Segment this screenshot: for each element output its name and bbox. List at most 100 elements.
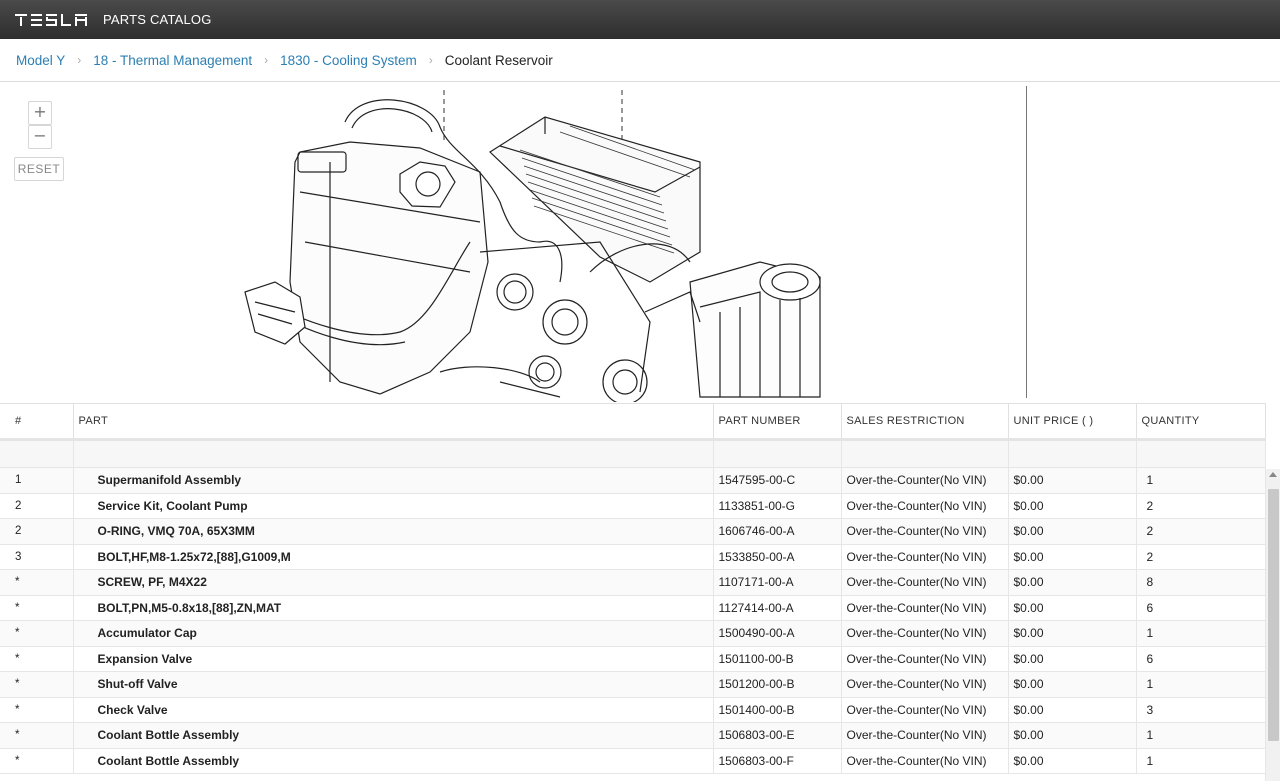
sales-restriction: Over-the-Counter(No VIN) (841, 518, 1009, 545)
breadcrumb-separator: › (428, 53, 433, 67)
column-header-quantity[interactable]: QUANTITY (1136, 403, 1266, 441)
row-number: * (0, 595, 74, 621)
tesla-wordmark-icon (15, 13, 87, 26)
row-number: * (0, 697, 74, 723)
top-bar: PARTS CATALOG (0, 0, 1280, 39)
part-number: 1501400-00-B (713, 697, 842, 723)
column-header-part-number[interactable]: PART NUMBER (713, 403, 842, 441)
part-number: 1501100-00-B (713, 646, 842, 672)
scrollbar-thumb[interactable] (1268, 489, 1279, 741)
part-name: BOLT,HF,M8-1.25x72,[88],G1009,M (73, 544, 714, 570)
scroll-up-arrow-icon[interactable] (1269, 472, 1277, 477)
row-number: 2 (0, 493, 74, 519)
table-row[interactable]: 3 BOLT,HF,M8-1.25x72,[88],G1009,M 1533850-… (0, 544, 1266, 570)
row-number: 2 (0, 518, 74, 545)
row-number: 3 (0, 544, 74, 570)
part-number: 1606746-00-A (713, 518, 842, 545)
sales-restriction: Over-the-Counter(No VIN) (841, 595, 1009, 621)
part-name: Expansion Valve (73, 646, 714, 672)
row-number: 1 (0, 467, 74, 494)
quantity: 1 (1136, 748, 1266, 774)
sales-restriction: Over-the-Counter(No VIN) (841, 544, 1009, 570)
app-title: PARTS CATALOG (103, 12, 212, 27)
part-name: Shut-off Valve (73, 671, 714, 698)
table-row[interactable]: * Coolant Bottle Assembly 1506803-00-F Over… (0, 748, 1266, 774)
table-row[interactable]: * Shut-off Valve 1501200-00-B Over-the-Coun… (0, 671, 1266, 698)
row-number: * (0, 671, 74, 698)
part-number: 1500490-00-A (713, 620, 842, 647)
unit-price: $0.00 (1008, 697, 1137, 723)
sales-restriction: Over-the-Counter(No VIN) (841, 620, 1009, 647)
quantity: 1 (1136, 467, 1266, 494)
unit-price: $0.00 (1008, 722, 1137, 749)
part-number: 1107171-00-A (713, 569, 842, 596)
table-row[interactable]: * Accumulator Cap 1500490-00-A Over-the-Cou… (0, 620, 1266, 647)
row-number: * (0, 646, 74, 672)
column-header-sales-restriction[interactable]: SALES RESTRICTION (841, 403, 1009, 441)
unit-price: $0.00 (1008, 748, 1137, 774)
quantity: 2 (1136, 493, 1266, 519)
tesla-logo[interactable] (15, 13, 91, 27)
table-row[interactable]: * SCREW, PF, M4X22 1107171-00-A Over-the-Co… (0, 569, 1266, 596)
sales-restriction: Over-the-Counter(No VIN) (841, 569, 1009, 596)
part-number: 1547595-00-C (713, 467, 842, 494)
part-number: 1501200-00-B (713, 671, 842, 698)
part-number: 1127414-00-A (713, 595, 842, 621)
table-row[interactable]: 2 Service Kit, Coolant Pump 1133851-00-G Ov… (0, 493, 1266, 519)
part-name: Coolant Bottle Assembly (73, 748, 714, 774)
part-name: Check Valve (73, 697, 714, 723)
table-scrollbar[interactable] (1265, 469, 1280, 781)
quantity: 2 (1136, 518, 1266, 545)
row-number: * (0, 569, 74, 596)
sales-restriction: Over-the-Counter(No VIN) (841, 493, 1009, 519)
part-number: 1506803-00-E (713, 722, 842, 749)
sales-restriction: Over-the-Counter(No VIN) (841, 697, 1009, 723)
part-name: SCREW, PF, M4X22 (73, 569, 714, 596)
column-header-unit-price[interactable]: UNIT PRICE ( ) (1008, 403, 1137, 441)
sales-restriction: Over-the-Counter(No VIN) (841, 467, 1009, 494)
row-number: * (0, 748, 74, 774)
breadcrumb-model[interactable]: Model Y (16, 53, 65, 68)
unit-price: $0.00 (1008, 671, 1137, 698)
part-number: 1533850-00-A (713, 544, 842, 570)
table-row[interactable]: * BOLT,PN,M5-0.8x18,[88],ZN,MAT 1127414-00… (0, 595, 1266, 621)
column-header-number[interactable]: # (0, 403, 74, 441)
diagram-divider (1026, 86, 1027, 398)
breadcrumb-subgroup[interactable]: 1830 - Cooling System (280, 53, 417, 68)
row-number: * (0, 722, 74, 749)
part-name: O-RING, VMQ 70A, 65X3MM (73, 518, 714, 545)
quantity: 1 (1136, 671, 1266, 698)
sales-restriction: Over-the-Counter(No VIN) (841, 748, 1009, 774)
coolant-system-drawing[interactable] (0, 82, 1280, 402)
sales-restriction: Over-the-Counter(No VIN) (841, 671, 1009, 698)
column-header-part[interactable]: PART (73, 403, 714, 441)
parts-table-container: # PART PART NUMBER SALES RESTRICTION UNI… (0, 403, 1280, 781)
unit-price: $0.00 (1008, 544, 1137, 570)
quantity: 8 (1136, 569, 1266, 596)
parts-table: # PART PART NUMBER SALES RESTRICTION UNI… (0, 403, 1266, 774)
quantity: 3 (1136, 697, 1266, 723)
quantity: 1 (1136, 722, 1266, 749)
table-row[interactable]: 2 O-RING, VMQ 70A, 65X3MM 1606746-00-A Over… (0, 518, 1266, 545)
table-row[interactable]: * Coolant Bottle Assembly 1506803-00-E Over… (0, 722, 1266, 749)
quantity: 6 (1136, 646, 1266, 672)
unit-price: $0.00 (1008, 569, 1137, 596)
unit-price: $0.00 (1008, 646, 1137, 672)
sales-restriction: Over-the-Counter(No VIN) (841, 646, 1009, 672)
breadcrumb-group[interactable]: 18 - Thermal Management (93, 53, 252, 68)
table-row[interactable]: * Check Valve 1501400-00-B Over-the-Counter… (0, 697, 1266, 723)
part-name: BOLT,PN,M5-0.8x18,[88],ZN,MAT (73, 595, 714, 621)
parts-diagram-viewer[interactable]: + − RESET (0, 82, 1280, 402)
row-number: * (0, 620, 74, 647)
table-row[interactable]: * Expansion Valve 1501100-00-B Over-the-Cou… (0, 646, 1266, 672)
breadcrumb: Model Y › 18 - Thermal Management › 1830… (0, 39, 1280, 82)
quantity: 6 (1136, 595, 1266, 621)
table-header-row: # PART PART NUMBER SALES RESTRICTION UNI… (0, 403, 1266, 441)
table-row[interactable]: 1 Supermanifold Assembly 1547595-00-C Over-… (0, 467, 1266, 494)
sales-restriction: Over-the-Counter(No VIN) (841, 722, 1009, 749)
unit-price: $0.00 (1008, 620, 1137, 647)
part-name: Service Kit, Coolant Pump (73, 493, 714, 519)
breadcrumb-current: Coolant Reservoir (444, 52, 553, 68)
quantity: 2 (1136, 544, 1266, 570)
part-name: Coolant Bottle Assembly (73, 722, 714, 749)
